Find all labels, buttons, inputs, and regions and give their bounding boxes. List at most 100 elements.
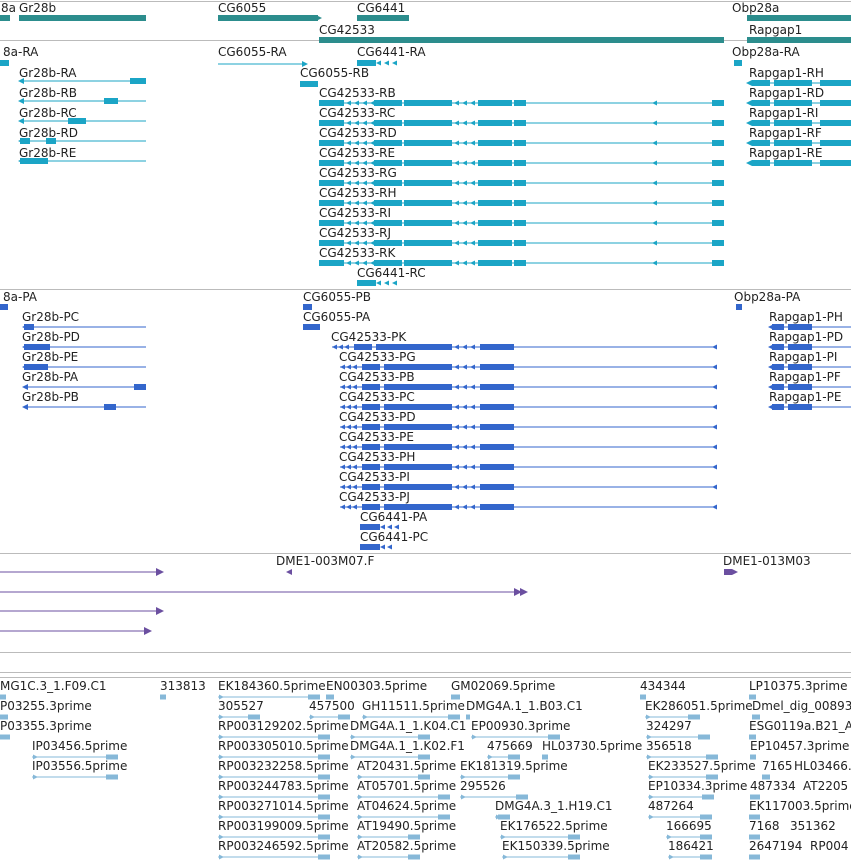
- transcript-cg42533-5-exon[interactable]: [478, 200, 512, 206]
- transcript-cg42533-3-exon[interactable]: [478, 160, 512, 166]
- est-50-strand-arrow: [503, 854, 508, 860]
- est-1-exon[interactable]: [160, 694, 166, 700]
- protein-cg42533-2-exon[interactable]: [480, 384, 514, 390]
- transcript-cg42533-4-exon[interactable]: [404, 180, 452, 186]
- est-label-487334: 487334: [750, 779, 796, 793]
- transcript-rapgap1-4-exon[interactable]: [752, 160, 770, 166]
- est-label-at2205: AT2205: [803, 779, 848, 793]
- transcript-cg42533-2-exon[interactable]: [514, 140, 526, 146]
- transcript-rapgap1-3-exon[interactable]: [820, 140, 851, 146]
- transcript-cg42533-5-exon[interactable]: [712, 200, 724, 206]
- protein-cg6441-pc-exon[interactable]: [360, 544, 380, 550]
- transcript-cg42533-2-exon[interactable]: [404, 140, 452, 146]
- transcript-label-8a-ra: 8a-RA: [3, 45, 39, 59]
- protein-cg42533-1-exon[interactable]: [480, 364, 514, 370]
- protein-rapgap1-4-exon[interactable]: [788, 404, 812, 410]
- transcript-rapgap1-4-exon[interactable]: [774, 160, 812, 166]
- transcript-rapgap1-2-exon[interactable]: [820, 120, 851, 126]
- transcript-cg42533-6-exon[interactable]: [712, 220, 724, 226]
- gene-5-exon[interactable]: [747, 15, 851, 21]
- protein-cg42533-5-exon[interactable]: [480, 444, 514, 450]
- transcript-cg42533-8-exon[interactable]: [712, 260, 724, 266]
- protein-cg42533-8-exon[interactable]: [480, 504, 514, 510]
- transcript-cg42533-1-exon[interactable]: [404, 120, 452, 126]
- protein-cg42533-6-strand-arrow: [712, 464, 717, 470]
- gene-0-exon[interactable]: [0, 15, 10, 21]
- transcript-cg42533-8-exon[interactable]: [514, 260, 526, 266]
- transcript-gr28b-0-exon[interactable]: [130, 78, 146, 84]
- est-30-exon[interactable]: [508, 774, 520, 780]
- transcript-cg42533-0-exon[interactable]: [514, 100, 526, 106]
- transcript-cg42533-4-strand-arrow: [354, 180, 359, 186]
- transcript-cg42533-8-exon[interactable]: [319, 260, 344, 266]
- protein-obp28a-pa-exon[interactable]: [736, 304, 742, 310]
- transcript-cg42533-7-exon[interactable]: [404, 240, 452, 246]
- est-48-exon[interactable]: [318, 854, 330, 860]
- transcript-cg42533-1-exon[interactable]: [712, 120, 724, 126]
- est-18-exon[interactable]: [698, 734, 710, 740]
- transcript-label-cg6441-rc: CG6441-RC: [357, 266, 426, 280]
- est-label-at05701-5prime: AT05701.5prime: [357, 779, 456, 793]
- protein-cg42533-7-exon[interactable]: [480, 484, 514, 490]
- transcript-cg6441-rc-exon[interactable]: [357, 280, 376, 286]
- transcript-cg42533-6-strand-arrow: [652, 220, 657, 226]
- transcript-cg42533-7-exon[interactable]: [478, 240, 512, 246]
- est-49-exon[interactable]: [408, 854, 420, 860]
- transcript-cg42533-3-exon[interactable]: [404, 160, 452, 166]
- transcript-cg42533-1-exon[interactable]: [478, 120, 512, 126]
- protein-cg42533-6-exon[interactable]: [480, 464, 514, 470]
- transcript-cg42533-6-exon[interactable]: [478, 220, 512, 226]
- transcript-cg42533-4-exon[interactable]: [514, 180, 526, 186]
- transcript-label-rapgap1-rd: Rapgap1-RD: [749, 86, 824, 100]
- transcript-cg42533-2-exon[interactable]: [712, 140, 724, 146]
- clone-dme1-013m03-exon[interactable]: [724, 569, 732, 575]
- transcript-cg42533-0-strand-arrow: [470, 100, 475, 106]
- est-51-exon[interactable]: [700, 854, 712, 860]
- protein-cg42533-3-exon[interactable]: [480, 404, 514, 410]
- est-label-lp10375-3prime: LP10375.3prime: [749, 679, 848, 693]
- gene-6-exon[interactable]: [747, 37, 851, 43]
- est-52-exon[interactable]: [749, 854, 760, 860]
- transcript-cg42533-7-exon[interactable]: [712, 240, 724, 246]
- transcript-cg42533-5-exon[interactable]: [514, 200, 526, 206]
- transcript-rapgap1-4-exon[interactable]: [820, 160, 851, 166]
- protein-cg42533-0-exon[interactable]: [480, 344, 514, 350]
- transcript-cg6055-rb-exon[interactable]: [300, 81, 318, 87]
- gene-2-exon[interactable]: [218, 15, 318, 21]
- transcript-8a-ra-exon[interactable]: [0, 60, 9, 66]
- transcript-rapgap1-1-exon[interactable]: [820, 100, 851, 106]
- transcript-cg42533-4-exon[interactable]: [478, 180, 512, 186]
- transcript-cg42533-4-exon[interactable]: [712, 180, 724, 186]
- est-50-exon[interactable]: [568, 854, 580, 860]
- transcript-cg42533-3-exon[interactable]: [712, 160, 724, 166]
- protein-cg42533-0-strand-arrow: [462, 344, 467, 350]
- protein-cg42533-4-exon[interactable]: [480, 424, 514, 430]
- transcript-cg42533-1-exon[interactable]: [514, 120, 526, 126]
- transcript-cg42533-6-exon[interactable]: [514, 220, 526, 226]
- est-11-exon[interactable]: [466, 714, 470, 720]
- protein-gr28b-4-exon[interactable]: [104, 404, 116, 410]
- gene-4-exon[interactable]: [319, 37, 724, 43]
- est-36-exon[interactable]: [702, 794, 714, 800]
- transcript-cg42533-8-exon[interactable]: [478, 260, 512, 266]
- transcript-cg42533-0-exon[interactable]: [712, 100, 724, 106]
- transcript-rapgap1-0-exon[interactable]: [820, 80, 851, 86]
- transcript-cg42533-7-exon[interactable]: [514, 240, 526, 246]
- protein-8a-pa-exon[interactable]: [0, 304, 8, 310]
- transcript-cg42533-3-exon[interactable]: [514, 160, 526, 166]
- transcript-cg42533-2-exon[interactable]: [478, 140, 512, 146]
- protein-cg6055-pa-exon[interactable]: [303, 324, 320, 330]
- protein-gr28b-3-exon[interactable]: [134, 384, 146, 390]
- est-27-exon[interactable]: [106, 774, 118, 780]
- transcript-gr28b-1-exon[interactable]: [104, 98, 118, 104]
- transcript-cg42533-0-exon[interactable]: [404, 100, 452, 106]
- est-14-exon[interactable]: [0, 734, 10, 740]
- gene-3-exon[interactable]: [357, 15, 409, 21]
- transcript-obp28a-ra-exon[interactable]: [734, 60, 742, 66]
- gene-1-exon[interactable]: [19, 15, 146, 21]
- protein-rapgap1-4-exon[interactable]: [772, 404, 784, 410]
- protein-label-gr28b-pa: Gr28b-PA: [22, 370, 79, 384]
- transcript-cg42533-6-exon[interactable]: [404, 220, 452, 226]
- transcript-cg42533-0-exon[interactable]: [478, 100, 512, 106]
- transcript-cg42533-5-exon[interactable]: [404, 200, 452, 206]
